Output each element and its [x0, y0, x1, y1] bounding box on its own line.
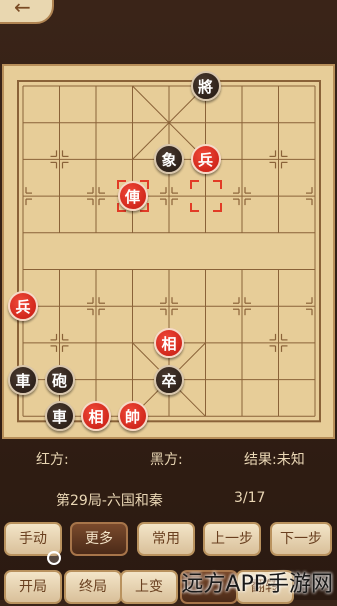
- result-label: 结果:未知: [244, 452, 305, 468]
- prev-variation-button[interactable]: 上变: [120, 570, 178, 604]
- touch-cursor-icon: [47, 551, 61, 565]
- back-arrow-icon: ←: [14, 0, 31, 19]
- common-button[interactable]: 常用: [137, 522, 195, 556]
- game-title: 第29局-六国和秦: [56, 493, 163, 509]
- black-piece[interactable]: 車: [44, 401, 75, 432]
- red-piece[interactable]: 相: [81, 401, 111, 432]
- black-piece[interactable]: 卒: [154, 364, 184, 395]
- endgame-button[interactable]: 终局: [64, 570, 122, 604]
- chess-board[interactable]: 將象兵俥兵相車砲卒車相帥: [2, 64, 335, 439]
- red-piece[interactable]: 相: [154, 327, 184, 358]
- red-player-label: 红方:: [36, 452, 69, 468]
- move-counter: 3/17: [234, 490, 266, 506]
- more-button[interactable]: 更多: [70, 522, 128, 556]
- black-piece[interactable]: 砲: [44, 364, 75, 395]
- player-info-row: 红方: 黑方: 结果:未知: [0, 449, 337, 469]
- black-player-label: 黑方:: [150, 452, 183, 468]
- black-piece[interactable]: 將: [190, 71, 221, 101]
- opening-button[interactable]: 开局: [4, 570, 62, 604]
- red-piece[interactable]: 俥: [117, 181, 148, 212]
- selection-marker: [189, 180, 222, 213]
- back-button[interactable]: ←: [0, 0, 54, 24]
- watermark: 远方APP手游网: [181, 572, 333, 597]
- red-piece[interactable]: 兵: [8, 291, 38, 322]
- black-piece[interactable]: 車: [8, 364, 38, 395]
- red-piece[interactable]: 兵: [190, 144, 221, 175]
- prev-step-button[interactable]: 上一步: [203, 522, 261, 556]
- red-piece[interactable]: 帥: [117, 401, 148, 432]
- game-info-row: 第29局-六国和秦 3/17: [0, 490, 337, 510]
- black-piece[interactable]: 象: [154, 144, 184, 175]
- top-bar: ←: [0, 0, 337, 62]
- next-step-button[interactable]: 下一步: [270, 522, 332, 556]
